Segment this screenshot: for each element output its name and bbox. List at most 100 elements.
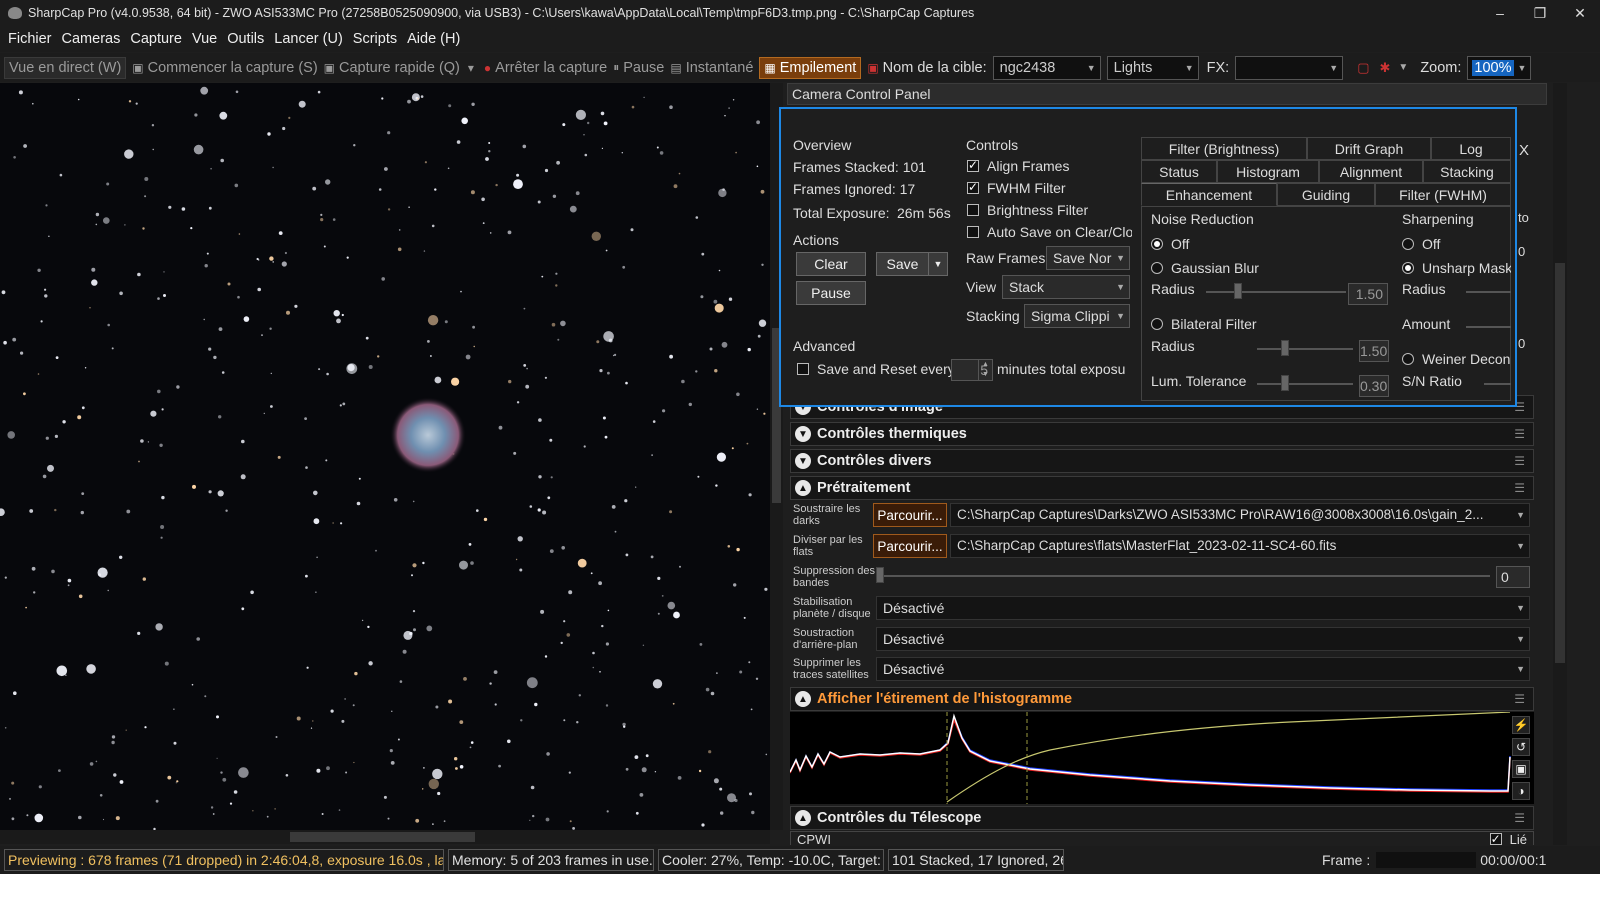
hamburger-icon[interactable]: ☰ [1514,427,1525,441]
align-frames-checkbox[interactable] [967,158,979,172]
menu-lancer[interactable]: Lancer (U) [274,31,343,47]
align-frames-row[interactable]: Align Frames [967,158,1069,174]
nr-off-radio[interactable] [1151,238,1163,250]
nr-lum-value[interactable]: 0.30 [1359,375,1389,397]
raw-frames-combo[interactable]: Save Nor ▼ [1046,246,1130,270]
nr-radius-slider[interactable] [1206,283,1346,299]
menu-capture[interactable]: Capture [130,31,182,47]
nr-gaussian-radio[interactable] [1151,262,1163,274]
nr-lum-slider[interactable] [1257,375,1353,391]
menu-vue[interactable]: Vue [192,31,217,47]
sh-unsharp-row[interactable]: Unsharp Mask [1402,260,1511,276]
spinner-arrows-icon[interactable]: ▲ ▼ [978,360,992,380]
save-reset-minutes[interactable]: 5 ▲ ▼ [951,359,993,381]
nr-bilateral-row[interactable]: Bilateral Filter [1151,316,1257,332]
section-misc-controls[interactable]: ▼ Contrôles divers ☰ [790,449,1534,473]
nr-bradius-value[interactable]: 1.50 [1359,340,1389,362]
reset-icon[interactable]: ↺ [1512,738,1530,756]
start-capture-button[interactable]: ▣ Commencer la capture (S) [132,60,317,76]
crosshair-icon[interactable]: ✱ [1380,60,1391,76]
banding-value[interactable]: 0 [1496,566,1530,588]
tab-status[interactable]: Status [1141,160,1217,183]
fwhm-filter-row[interactable]: FWHM Filter [967,180,1066,196]
view-combo[interactable]: Stack ▼ [1002,275,1130,299]
linked-checkbox[interactable] [1489,832,1502,845]
nr-off-row[interactable]: Off [1151,236,1189,252]
section-preprocessing[interactable]: ▲ Prétraitement ☰ [790,476,1534,500]
slider-knob[interactable] [1281,375,1289,391]
menu-cameras[interactable]: Cameras [62,31,121,47]
nr-bilateral-radio[interactable] [1151,318,1163,330]
histogram-stretch-graph[interactable]: ⚡ ↺ ▣ ◑ [789,711,1534,804]
sh-unsharp-radio[interactable] [1402,262,1414,274]
sh-radius-slider[interactable] [1466,291,1511,293]
tab-filter-fwhm[interactable]: Filter (FWHM) [1375,183,1511,206]
sh-amount-slider[interactable] [1466,326,1511,328]
slider-knob[interactable] [1234,283,1242,299]
auto-save-row[interactable]: Auto Save on Clear/Clo [967,224,1132,240]
minimize-button[interactable]: – [1480,0,1520,26]
nr-gaussian-row[interactable]: Gaussian Blur [1151,260,1259,276]
banding-slider[interactable] [876,567,1490,583]
save-icon[interactable]: ▣ [1512,760,1530,778]
stabilization-combo[interactable]: Désactivé ▼ [876,596,1530,620]
contrast-icon[interactable]: ◑ [1512,782,1530,800]
tab-histogram[interactable]: Histogram [1217,160,1319,183]
telescope-linked[interactable]: Lié [1489,832,1527,845]
darks-browse-button[interactable]: Parcourir... [873,503,947,527]
sh-off-row[interactable]: Off [1402,236,1440,252]
sh-snr-slider[interactable] [1484,383,1511,385]
fwhm-filter-checkbox[interactable] [967,180,979,194]
hamburger-icon[interactable]: ☰ [1514,811,1525,825]
tab-enhancement[interactable]: Enhancement [1141,183,1277,206]
tab-stacking[interactable]: Stacking [1423,160,1511,183]
viewer-horizontal-scrollbar[interactable] [0,830,770,844]
auto-save-checkbox[interactable] [967,226,979,238]
save-reset-checkbox[interactable] [797,363,809,375]
nr-bradius-slider[interactable] [1257,340,1353,356]
panel-scrollbar[interactable] [1553,83,1567,845]
sh-weiner-row[interactable]: Weiner Decon [1402,351,1510,367]
hamburger-icon[interactable]: ☰ [1514,481,1525,495]
slider-knob[interactable] [876,567,884,583]
slider-knob[interactable] [1281,340,1289,356]
sh-off-radio[interactable] [1402,238,1414,250]
target-name-combo[interactable]: ngc2438 ▼ [992,55,1101,80]
sh-weiner-radio[interactable] [1402,353,1414,365]
chevron-down-icon[interactable]: ▾ [468,61,474,75]
tab-alignment[interactable]: Alignment [1319,160,1423,183]
menu-aide[interactable]: Aide (H) [407,31,460,47]
fx-combo[interactable]: ▼ [1235,55,1344,80]
quick-capture-button[interactable]: ▣ Capture rapide (Q) ▾ [324,60,478,76]
live-view-button[interactable]: Vue en direct (W) [4,56,127,79]
scroll-thumb[interactable] [290,832,475,842]
lightning-icon[interactable]: ⚡ [1512,716,1530,734]
restore-button[interactable]: ❐ [1520,0,1560,26]
reticle-icon[interactable]: ▢ [1357,60,1369,76]
background-combo[interactable]: Désactivé ▼ [876,627,1530,651]
save-dropdown-button[interactable]: ▼ [928,252,948,276]
nr-radius-value[interactable]: 1.50 [1348,283,1388,305]
close-stacking-button[interactable]: X [1517,142,1531,162]
satellite-combo[interactable]: Désactivé ▼ [876,657,1530,681]
section-histogram-stretch[interactable]: ▲ Afficher l'étirement de l'histogramme ☰ [790,687,1534,711]
pause-button[interactable]: ⏸ Pause [613,60,664,76]
section-thermal-controls[interactable]: ▼ Contrôles thermiques ☰ [790,422,1534,446]
close-window-button[interactable]: ✕ [1560,0,1600,26]
hamburger-icon[interactable]: ☰ [1514,454,1525,468]
scroll-thumb[interactable] [1555,263,1565,663]
brightness-filter-row[interactable]: Brightness Filter [967,202,1088,218]
stacking-mode-combo[interactable]: Sigma Clippi ▼ [1024,304,1130,328]
menu-scripts[interactable]: Scripts [353,31,397,47]
tab-filter-brightness[interactable]: Filter (Brightness) [1141,137,1307,160]
menu-outils[interactable]: Outils [227,31,264,47]
darks-path-combo[interactable]: C:\SharpCap Captures\Darks\ZWO ASI533MC … [950,503,1530,527]
tab-drift-graph[interactable]: Drift Graph [1307,137,1431,160]
stacking-button[interactable]: ▦ Empilement [759,56,862,79]
tab-guiding[interactable]: Guiding [1277,183,1375,206]
menu-fichier[interactable]: Fichier [8,31,52,47]
tab-log[interactable]: Log [1431,137,1511,160]
brightness-filter-checkbox[interactable] [967,204,979,216]
section-telescope-controls[interactable]: ▲ Contrôles du Télescope ☰ [790,806,1534,830]
clear-button[interactable]: Clear [796,252,866,276]
